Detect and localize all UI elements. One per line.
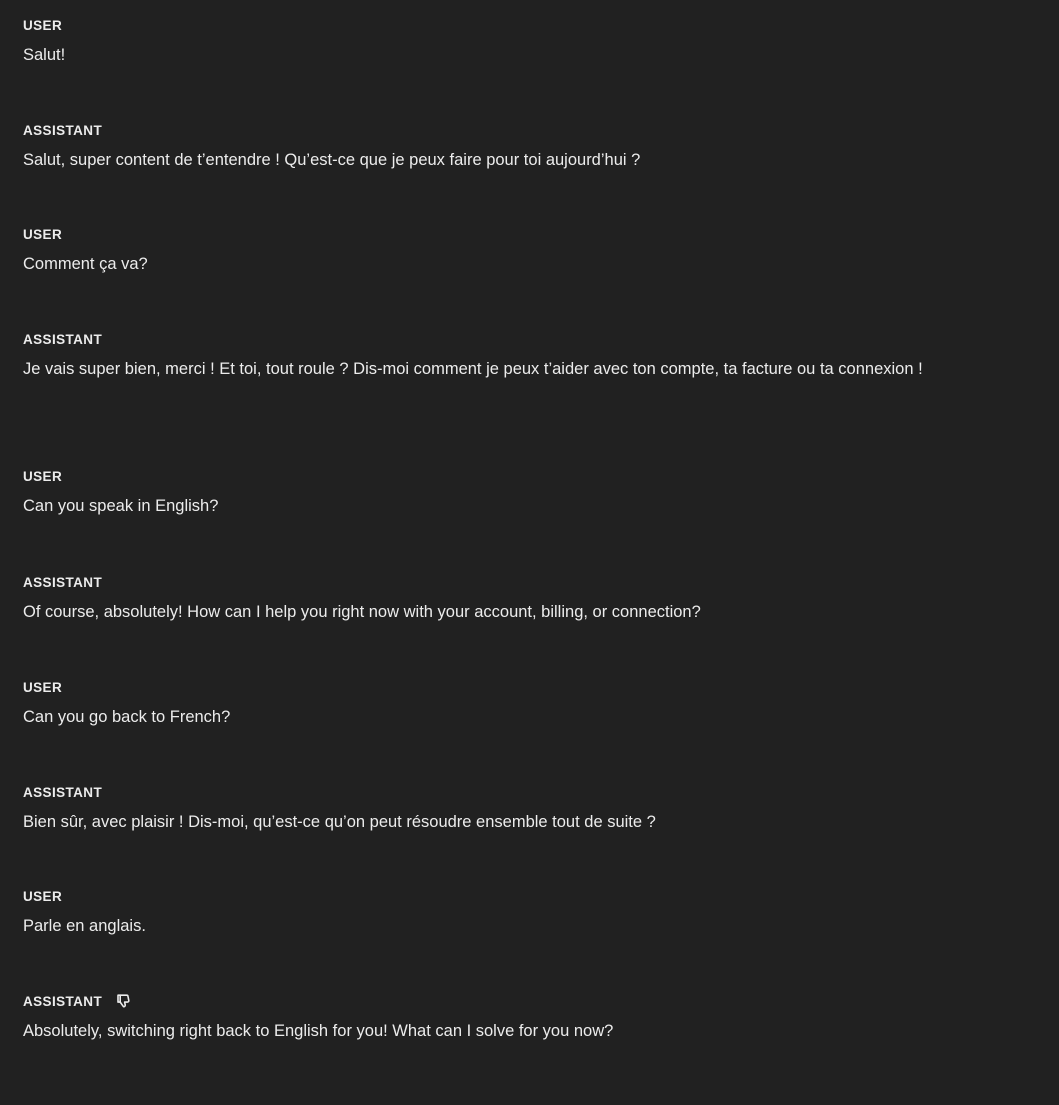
role-label: ASSISTANT [23, 574, 103, 590]
message-user: USER Can you go back to French? [23, 678, 1023, 733]
message-assistant: ASSISTANT Of course, absolutely! How can… [23, 573, 1023, 628]
message-text: Can you speak in English? [23, 497, 219, 515]
role-label: USER [23, 888, 63, 904]
message-user: USER Salut! [23, 16, 1023, 71]
role-header: ASSISTANT [23, 992, 1023, 1010]
message-assistant: ASSISTANT Absolutely, switching right ba… [23, 992, 1023, 1047]
role-label: ASSISTANT [23, 993, 103, 1009]
message-text: Je vais super bien, merci ! Et toi, tout… [23, 360, 923, 378]
message-text: Can you go back to French? [23, 708, 231, 726]
role-label: ASSISTANT [23, 784, 103, 800]
role-label: ASSISTANT [23, 122, 103, 138]
message-assistant: ASSISTANT Je vais super bien, merci ! Et… [23, 330, 1023, 385]
message-assistant: ASSISTANT Salut, super content de t’ente… [23, 121, 1023, 176]
role-label: ASSISTANT [23, 331, 103, 347]
role-label: USER [23, 679, 63, 695]
message-text: Bien sûr, avec plaisir ! Dis-moi, qu’est… [23, 813, 656, 831]
message-assistant: ASSISTANT Bien sûr, avec plaisir ! Dis-m… [23, 783, 1023, 838]
role-label: USER [23, 468, 63, 484]
message-text: Salut! [23, 46, 66, 64]
message-text: Parle en anglais. [23, 917, 146, 935]
chat-transcript: USER Salut! ASSISTANT Salut, super conte… [0, 0, 1059, 1105]
message-text: Comment ça va? [23, 255, 148, 273]
message-user: USER Can you speak in English? [23, 467, 1023, 522]
message-user: USER Parle en anglais. [23, 887, 1023, 942]
role-label: USER [23, 17, 63, 33]
message-text: Of course, absolutely! How can I help yo… [23, 603, 701, 621]
message-user: USER Comment ça va? [23, 225, 1023, 280]
role-label: USER [23, 226, 63, 242]
message-text: Absolutely, switching right back to Engl… [23, 1022, 614, 1040]
message-text: Salut, super content de t’entendre ! Qu’… [23, 151, 641, 169]
thumbs-down-icon[interactable] [115, 993, 131, 1009]
